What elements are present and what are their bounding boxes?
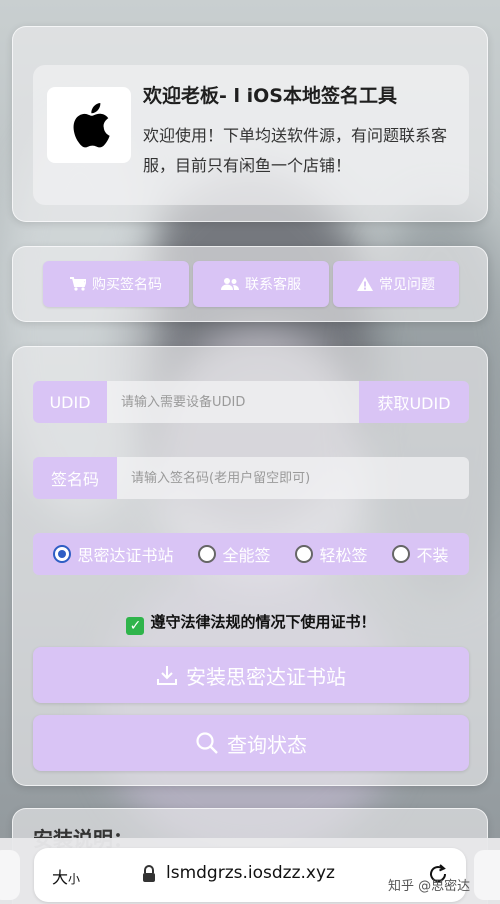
welcome-description: 欢迎使用！下单均送软件源，有问题联系客服，目前只有闲鱼一个店铺！	[143, 126, 448, 175]
code-input[interactable]	[117, 457, 469, 499]
signing-form-card: UDID 获取UDID 签名码 思密达证书站 全能签 轻松签 不装 ✓ 遵守法律法…	[12, 346, 488, 786]
apple-logo-icon	[47, 87, 131, 163]
radio-option-quanneng[interactable]: 全能签	[198, 542, 271, 566]
contact-support-button[interactable]: 联系客服	[193, 261, 329, 307]
install-button[interactable]: 安装思密达证书站	[33, 647, 469, 703]
buy-code-label: 购买签名码	[92, 277, 162, 293]
text-size-large: 大	[52, 868, 69, 887]
welcome-title: 欢迎老板- l iOS本地签名工具	[143, 85, 397, 107]
welcome-panel: 欢迎老板- l iOS本地签名工具 欢迎使用！下单均送软件源，有问题联系客服，目…	[33, 65, 469, 205]
get-udid-button[interactable]: 获取UDID	[359, 381, 469, 423]
query-status-label: 查询状态	[227, 732, 307, 757]
search-icon	[196, 732, 218, 754]
radio-option-label: 轻松签	[319, 546, 368, 565]
buy-code-button[interactable]: 购买签名码	[43, 261, 189, 307]
udid-field-group: UDID 获取UDID	[33, 381, 469, 423]
url-text: lsmdgrzs.iosdzz.xyz	[166, 863, 335, 883]
cart-icon	[70, 277, 86, 291]
code-field-group: 签名码	[33, 457, 469, 499]
legal-notice-text: 遵守法律法规的情况下使用证书！	[150, 613, 376, 631]
warning-icon	[357, 277, 373, 291]
udid-label: UDID	[33, 381, 107, 423]
browser-address-bar: 大小 lsmdgrzs.iosdzz.xyz	[0, 838, 500, 904]
radio-option-qingsong[interactable]: 轻松签	[295, 542, 368, 566]
install-button-label: 安装思密达证书站	[186, 664, 346, 689]
users-icon	[221, 278, 239, 290]
radio-option-label: 全能签	[222, 546, 271, 565]
text-size-button[interactable]: 大小	[52, 864, 80, 888]
contact-support-label: 联系客服	[245, 277, 301, 293]
install-target-radio-group: 思密达证书站 全能签 轻松签 不装	[33, 533, 469, 575]
radio-option-label: 思密达证书站	[77, 546, 174, 565]
next-tab[interactable]	[474, 850, 500, 900]
watermark: 知乎 @思密达	[388, 879, 471, 894]
lock-icon	[143, 865, 155, 882]
actions-card: 购买签名码 联系客服 常见问题	[12, 246, 488, 322]
radio-unselected-icon	[295, 545, 314, 563]
text-size-small: 小	[68, 872, 81, 886]
radio-option-label: 不装	[416, 546, 449, 565]
radio-option-none[interactable]: 不装	[392, 542, 449, 566]
faq-button[interactable]: 常见问题	[333, 261, 459, 307]
legal-notice: ✓ 遵守法律法规的情况下使用证书！	[13, 611, 489, 635]
query-status-button[interactable]: 查询状态	[33, 715, 469, 771]
radio-unselected-icon	[392, 545, 411, 563]
download-icon	[157, 666, 177, 685]
radio-unselected-icon	[198, 545, 217, 563]
header-card: 欢迎老板- l iOS本地签名工具 欢迎使用！下单均送软件源，有问题联系客服，目…	[12, 26, 488, 222]
faq-label: 常见问题	[379, 277, 435, 293]
udid-input[interactable]	[107, 381, 359, 423]
radio-option-smd[interactable]: 思密达证书站	[53, 542, 174, 566]
code-label: 签名码	[33, 457, 117, 499]
previous-tab[interactable]	[0, 850, 20, 900]
radio-selected-icon	[53, 545, 72, 563]
check-mark-icon: ✓	[126, 617, 145, 635]
